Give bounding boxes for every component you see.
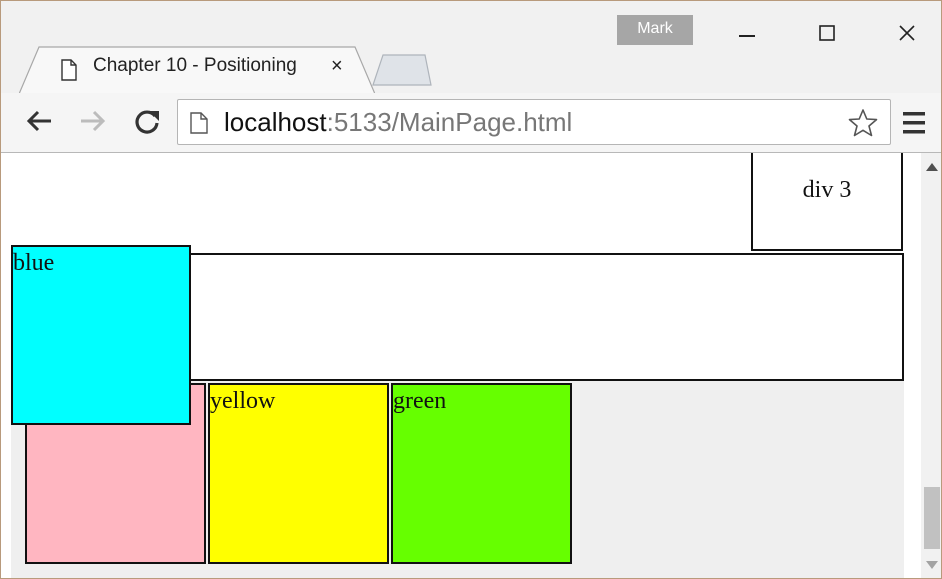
reload-icon: [135, 110, 159, 134]
url-path: :5133/MainPage.html: [326, 107, 573, 137]
close-icon: [899, 25, 915, 41]
yellow-label: yellow: [210, 388, 276, 414]
star-icon[interactable]: [848, 108, 878, 138]
page-info-icon[interactable]: [190, 112, 208, 134]
profile-button[interactable]: Mark: [617, 15, 693, 45]
tab-title: Chapter 10 - Positioning: [93, 55, 297, 76]
maximize-icon: [819, 25, 835, 41]
title-bar: Mark Chapter 10 - Positioning ×: [1, 1, 941, 95]
back-arrow-icon: [26, 110, 51, 132]
maximize-button[interactable]: [797, 13, 857, 53]
browser-window: Mark Chapter 10 - Positioning × localhos…: [0, 0, 942, 579]
blue-box: blue: [11, 245, 191, 425]
toolbar: localhost:5133/MainPage.html: [1, 93, 941, 153]
close-window-button[interactable]: [877, 13, 937, 53]
minimize-button[interactable]: [717, 13, 777, 53]
document-icon: [61, 59, 77, 81]
vertical-scrollbar[interactable]: [921, 153, 941, 578]
url-text: localhost:5133/MainPage.html: [224, 106, 572, 138]
scroll-down-arrow-icon[interactable]: [926, 561, 938, 569]
tab-close-button[interactable]: ×: [331, 55, 343, 78]
yellow-box: yellow: [208, 383, 389, 564]
forward-button[interactable]: [75, 103, 111, 139]
forward-arrow-icon: [81, 110, 106, 132]
green-label: green: [393, 388, 447, 414]
new-tab-button[interactable]: [371, 51, 433, 87]
scrollbar-thumb[interactable]: [924, 487, 940, 549]
reload-button[interactable]: [129, 103, 165, 139]
address-bar[interactable]: localhost:5133/MainPage.html: [177, 99, 891, 145]
hamburger-menu-icon[interactable]: [901, 109, 931, 137]
url-host: localhost: [224, 107, 327, 137]
green-box: green: [391, 383, 572, 564]
scroll-up-arrow-icon[interactable]: [926, 163, 938, 171]
tab-chapter-10[interactable]: Chapter 10 - Positioning ×: [19, 45, 375, 95]
div-3-box: div 3: [751, 153, 903, 251]
page-viewport: div 3 yellow green blue: [1, 153, 921, 578]
blue-label: blue: [13, 250, 55, 276]
div-3-label: div 3: [802, 177, 852, 203]
minimize-icon: [739, 35, 755, 37]
back-button[interactable]: [21, 103, 57, 139]
